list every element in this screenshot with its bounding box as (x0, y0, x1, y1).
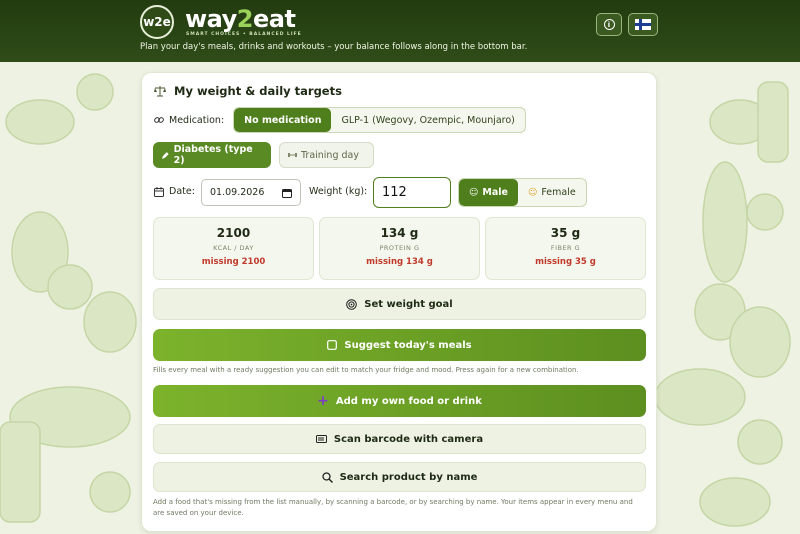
date-input[interactable]: 01.09.2026 (201, 179, 301, 206)
stat-card-fiber: 35 g FIBER G missing 35 g (485, 217, 646, 280)
scale-icon (154, 86, 166, 97)
logo-mark: w2e (140, 5, 174, 39)
app-header: w2e way2eat SMART CHOICES • BALANCED LIF… (0, 0, 800, 62)
gender-option-male[interactable]: ☺ Male (459, 179, 518, 206)
dumbbell-icon (288, 153, 297, 157)
suggest-note: Fills every meal with a ready suggestion… (153, 366, 579, 374)
medication-selector[interactable]: No medication GLP-1 (Wegovy, Ozempic, Mo… (233, 107, 526, 133)
finland-flag-icon (635, 19, 651, 30)
gender-selector[interactable]: ☺ Male ☺ Female (458, 178, 587, 207)
info-icon: i (603, 19, 615, 30)
add-food-button[interactable]: + Add my own food or drink (153, 385, 646, 417)
stat-value: 2100 (216, 226, 251, 240)
set-weight-goal-button[interactable]: Set weight goal (153, 288, 646, 320)
weight-input[interactable]: 112 (373, 177, 451, 208)
stat-missing: missing 2100 (201, 257, 266, 267)
brand-name: way2eat (185, 5, 296, 33)
calendar-picker-icon[interactable] (282, 188, 292, 198)
scan-barcode-button[interactable]: Scan barcode with camera (153, 424, 646, 454)
stat-card-kcal: 2100 KCAL / DAY missing 2100 (153, 217, 314, 280)
plus-icon: + (317, 393, 329, 409)
training-day-toggle[interactable]: Training day (279, 142, 374, 168)
brand-tagline: SMART CHOICES • BALANCED LIFE (186, 32, 302, 37)
gender-option-female[interactable]: ☺ Female (518, 179, 586, 206)
target-icon (346, 298, 358, 310)
medication-label: Medication: (154, 115, 224, 126)
barcode-scanner-icon (315, 435, 327, 443)
stat-card-protein: 134 g PROTEIN G missing 134 g (319, 217, 480, 280)
stat-unit: FIBER G (550, 244, 581, 252)
male-emoji-icon: ☺ (469, 187, 479, 198)
checkbox-icon (327, 340, 338, 350)
stat-unit: KCAL / DAY (213, 244, 254, 252)
stat-unit: PROTEIN G (379, 244, 420, 252)
language-button[interactable] (628, 13, 658, 36)
weight-label: Weight (kg): (309, 186, 368, 197)
card-title: My weight & daily targets (154, 84, 342, 98)
date-value: 01.09.2026 (210, 187, 265, 198)
suggest-meals-button[interactable]: Suggest today's meals (153, 329, 646, 361)
search-product-button[interactable]: Search product by name (153, 462, 646, 492)
diabetes-toggle[interactable]: Diabetes (type 2) (153, 142, 271, 168)
search-icon (321, 471, 333, 483)
female-emoji-icon: ☺ (527, 187, 538, 198)
stat-missing: missing 35 g (535, 257, 596, 267)
stat-value: 35 g (550, 226, 581, 240)
stat-value: 134 g (380, 226, 419, 240)
info-button[interactable]: i (596, 13, 622, 36)
header-subtitle: Plan your day's meals, drinks and workou… (140, 42, 528, 52)
add-food-note: Add a food that's missing from the list … (153, 498, 633, 517)
pencil-icon (161, 151, 169, 159)
medication-option-glp1[interactable]: GLP-1 (Wegovy, Ozempic, Mounjaro) (331, 108, 524, 132)
medication-option-none[interactable]: No medication (234, 108, 332, 132)
calendar-icon (154, 186, 164, 197)
weight-targets-card: My weight & daily targets Medication: No… (141, 72, 657, 532)
link-icon (154, 117, 164, 123)
stat-missing: missing 134 g (366, 257, 433, 267)
date-label: Date: (154, 186, 195, 197)
